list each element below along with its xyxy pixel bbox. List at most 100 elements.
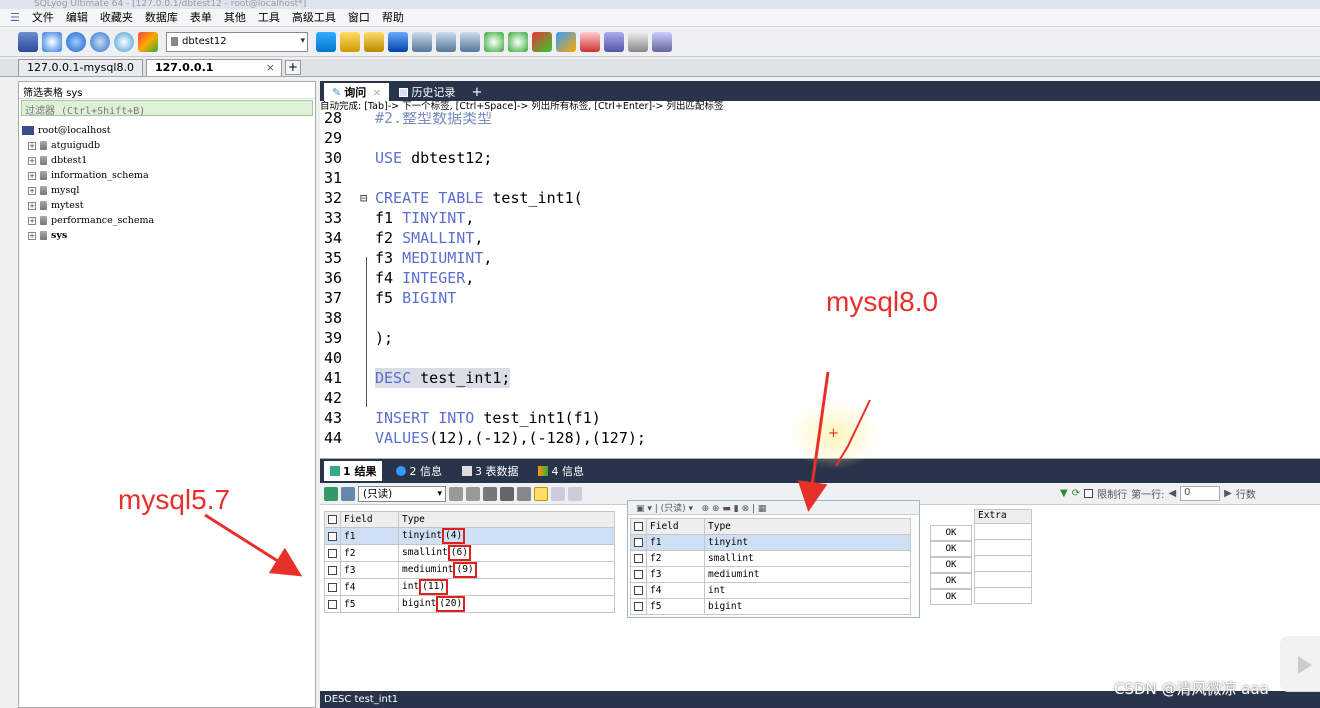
close-icon[interactable]: × (266, 60, 275, 76)
close-icon[interactable]: × (372, 84, 381, 101)
table-row[interactable]: f5 bigint (630, 598, 911, 615)
table-row[interactable]: f2 smallint (630, 550, 911, 567)
tree-db-sys[interactable]: + sys (22, 228, 315, 243)
row-checkbox[interactable] (630, 598, 647, 615)
grid-mode-icon[interactable] (534, 486, 548, 501)
select-all-checkbox[interactable] (630, 518, 647, 535)
row-checkbox[interactable] (630, 566, 647, 583)
save-icon[interactable] (483, 486, 497, 501)
tree-db-dbtest1[interactable]: + dbtest1 (22, 153, 315, 168)
execute-query-icon[interactable] (316, 31, 336, 52)
notification-icon[interactable] (604, 31, 624, 52)
backup-icon[interactable] (138, 31, 158, 52)
tree-db-performance-schema[interactable]: + performance_schema (22, 213, 315, 228)
menu-advanced-tools[interactable]: 高级工具 (286, 10, 342, 26)
grid-view-icon[interactable] (324, 486, 338, 501)
column-header-type[interactable]: Type (704, 518, 911, 535)
tree-root[interactable]: root@localhost (22, 123, 315, 138)
table-form-icon[interactable] (436, 31, 456, 52)
import-icon[interactable] (532, 31, 552, 52)
form-mode-icon[interactable] (551, 486, 565, 501)
column-header-field[interactable]: Field (646, 518, 705, 535)
first-row-input[interactable]: 0 (1180, 486, 1221, 501)
text-mode-icon[interactable] (568, 486, 582, 501)
sql-editor[interactable]: 28 #2.整型数据类型 29 30 USE dbtest12; 31 32 ⊟ CRE… (320, 112, 1320, 446)
tab-connection-mysql80[interactable]: 127.0.0.1-mysql8.0 (18, 59, 143, 76)
table-row[interactable]: f2 smallint (6) (324, 544, 615, 562)
schema-sync-icon[interactable] (484, 31, 504, 52)
tab-connection-local[interactable]: 127.0.0.1 × (145, 59, 282, 76)
menu-table[interactable]: 表单 (184, 10, 218, 26)
tree-db-atguigudb[interactable]: + atguigudb (22, 138, 315, 153)
tab-table-data[interactable]: 3 表数据 (456, 461, 525, 481)
scheduler-icon[interactable] (580, 31, 600, 52)
add-connection-tab-button[interactable]: + (284, 60, 301, 75)
execute-edit-icon[interactable] (364, 31, 384, 52)
row-checkbox[interactable] (324, 595, 341, 613)
next-page-icon[interactable]: ▶ (1224, 488, 1232, 499)
row-checkbox[interactable] (324, 544, 341, 562)
prev-page-icon[interactable]: ◀ (1168, 488, 1176, 499)
table-row[interactable]: f1 tinyint (4) (324, 527, 615, 545)
data-sync-icon[interactable] (508, 31, 528, 52)
tab-history[interactable]: 历史记录 (391, 83, 463, 101)
expand-icon[interactable]: + (28, 171, 36, 180)
row-checkbox[interactable] (324, 561, 341, 579)
table-row[interactable]: f3 mediumint (9) (324, 561, 615, 579)
menu-database[interactable]: 数据库 (139, 10, 184, 26)
column-header-extra[interactable]: Extra (974, 509, 1032, 524)
filter-icon[interactable]: ▼ (1060, 488, 1068, 499)
result-mode-select[interactable]: (只读) ▾ (358, 485, 446, 502)
menu-edit[interactable]: 编辑 (60, 10, 94, 26)
menu-window[interactable]: 窗口 (342, 10, 376, 26)
menu-other[interactable]: 其他 (218, 10, 252, 26)
row-checkbox[interactable] (630, 534, 647, 551)
tab-result[interactable]: 1 结果 (324, 461, 383, 481)
new-connection-icon[interactable] (18, 31, 38, 52)
menu-icon[interactable]: ☰ (4, 10, 26, 26)
expand-icon[interactable]: + (28, 231, 36, 240)
tree-db-information-schema[interactable]: + information_schema (22, 168, 315, 183)
expand-icon[interactable]: + (28, 201, 36, 210)
delete-icon[interactable] (500, 486, 514, 501)
column-header-type[interactable]: Type (398, 511, 615, 528)
reset-icon[interactable]: ⟳ (1072, 488, 1080, 499)
stop-icon[interactable] (388, 31, 408, 52)
export-icon[interactable] (556, 31, 576, 52)
table-row[interactable]: f4 int (630, 582, 911, 599)
database-select[interactable]: dbtest12 ▾ (166, 31, 308, 52)
copy-icon[interactable] (449, 486, 463, 501)
expand-icon[interactable]: + (28, 186, 36, 195)
refresh-icon[interactable] (90, 31, 110, 52)
report-icon[interactable] (628, 31, 648, 52)
menu-tools[interactable]: 工具 (252, 10, 286, 26)
expand-icon[interactable]: + (28, 156, 36, 165)
table-grid-icon[interactable] (412, 31, 432, 52)
designer-icon[interactable] (652, 31, 672, 52)
row-checkbox[interactable] (630, 550, 647, 567)
column-header-field[interactable]: Field (340, 511, 399, 528)
menu-file[interactable]: 文件 (26, 10, 60, 26)
menu-favorites[interactable]: 收藏夹 (94, 10, 139, 26)
tree-db-mysql[interactable]: + mysql (22, 183, 315, 198)
connect-icon[interactable] (42, 31, 62, 52)
globe-icon[interactable] (66, 31, 86, 52)
fold-toggle-icon[interactable]: ⊟ (360, 188, 367, 208)
row-checkbox[interactable] (324, 578, 341, 596)
limit-checkbox[interactable] (1084, 489, 1094, 498)
tab-info-2[interactable]: 4 信息 (532, 461, 590, 481)
filter-input[interactable]: 过滤器 (Ctrl+Shift+B) (21, 100, 313, 117)
play-overlay-button[interactable] (1280, 636, 1320, 692)
table-text-icon[interactable] (460, 31, 480, 52)
table-row[interactable]: f3 mediumint (630, 566, 911, 583)
refresh-result-icon[interactable] (517, 486, 531, 501)
export-result-icon[interactable] (341, 486, 355, 501)
paste-icon[interactable] (466, 486, 480, 501)
table-row[interactable]: f5 bigint (20) (324, 595, 615, 613)
disconnect-icon[interactable] (114, 31, 134, 52)
tab-info[interactable]: 2 信息 (390, 461, 448, 481)
select-all-checkbox[interactable] (324, 511, 341, 528)
table-row[interactable]: f4 int (11) (324, 578, 615, 596)
expand-icon[interactable]: + (28, 141, 36, 150)
table-row[interactable]: f1 tinyint (630, 534, 911, 551)
